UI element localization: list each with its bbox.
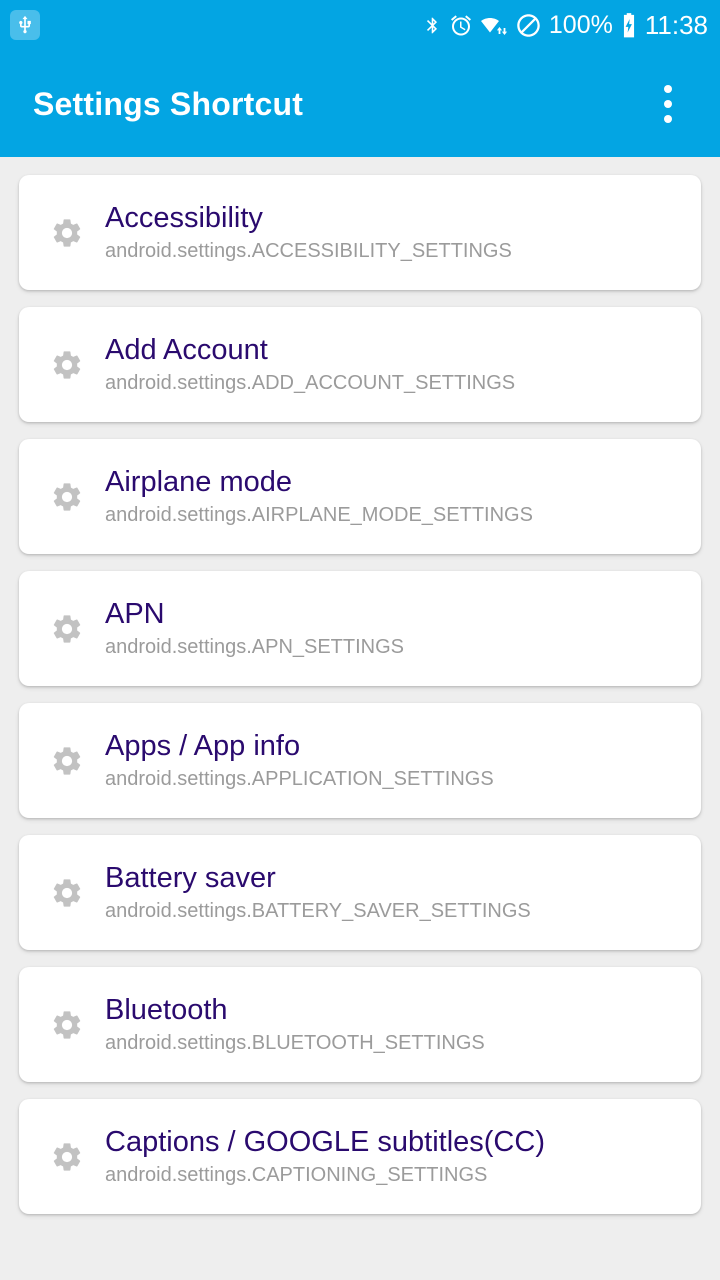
status-bar-right: 100% 11:38 (423, 12, 708, 39)
card-container: Accessibility android.settings.ACCESSIBIL… (0, 175, 720, 1214)
list-item-text: Add Account android.settings.ADD_ACCOUNT_… (105, 334, 515, 395)
overflow-dot (664, 114, 672, 123)
list-item-action: android.settings.APPLICATION_SETTINGS (105, 767, 494, 790)
list-item-text: Accessibility android.settings.ACCESSIBIL… (105, 202, 512, 263)
gear-icon (47, 1005, 87, 1045)
list-item-title: Add Account (105, 334, 268, 367)
status-bar-left (10, 10, 40, 40)
list-item-action: android.settings.APN_SETTINGS (105, 635, 405, 658)
gear-icon (47, 345, 87, 385)
list-item-action: android.settings.BATTERY_SAVER_SETTINGS (105, 899, 531, 922)
usb-icon (10, 10, 40, 40)
list-item-title: Airplane mode (105, 466, 292, 499)
gear-icon (47, 1137, 87, 1177)
gear-icon (47, 873, 87, 913)
alarm-clock-icon (449, 13, 473, 38)
list-item-text: Apps / App info android.settings.APPLICAT… (105, 730, 494, 791)
list-item-text: Airplane mode android.settings.AIRPLANE_M… (105, 466, 533, 527)
list-item[interactable]: Accessibility android.settings.ACCESSIBIL… (19, 175, 701, 290)
list-item-action: android.settings.CAPTIONING_SETTINGS (105, 1163, 488, 1186)
list-item[interactable]: Add Account android.settings.ADD_ACCOUNT_… (19, 307, 701, 422)
do-not-disturb-icon (515, 12, 542, 39)
gear-icon (47, 741, 87, 781)
list-item-action: android.settings.ADD_ACCOUNT_SETTINGS (105, 371, 516, 394)
app-screen: 100% 11:38 Settings Shortcut Accessibili… (0, 0, 720, 1280)
app-bar: Settings Shortcut (0, 50, 720, 157)
list-item-title: Bluetooth (105, 994, 228, 1027)
list-item[interactable]: Apps / App info android.settings.APPLICAT… (19, 703, 701, 818)
settings-shortcut-list[interactable]: Accessibility android.settings.ACCESSIBIL… (0, 157, 720, 1280)
list-item-text: Captions / GOOGLE subtitles(CC) android.s… (105, 1126, 545, 1187)
list-item[interactable]: Bluetooth android.settings.BLUETOOTH_SETT… (19, 967, 701, 1082)
list-item-title: Battery saver (105, 862, 276, 895)
list-item-text: APN android.settings.APN_SETTINGS (105, 598, 404, 659)
gear-icon (47, 213, 87, 253)
battery-percent-label: 100% (548, 10, 613, 39)
list-item[interactable]: Battery saver android.settings.BATTERY_SA… (19, 835, 701, 950)
list-item[interactable]: Captions / GOOGLE subtitles(CC) android.s… (19, 1099, 701, 1214)
list-item[interactable]: APN android.settings.APN_SETTINGS (19, 571, 701, 686)
overflow-dot (664, 99, 672, 108)
list-item-title: Captions / GOOGLE subtitles(CC) (105, 1126, 545, 1159)
page-title: Settings Shortcut (33, 85, 304, 122)
list-item[interactable]: Airplane mode android.settings.AIRPLANE_M… (19, 439, 701, 554)
list-item-action: android.settings.AIRPLANE_MODE_SETTINGS (105, 503, 533, 526)
gear-icon (47, 477, 87, 517)
gear-icon (47, 609, 87, 649)
overflow-dot (664, 84, 672, 93)
list-item-action: android.settings.ACCESSIBILITY_SETTINGS (105, 239, 512, 262)
list-item-action: android.settings.BLUETOOTH_SETTINGS (105, 1031, 485, 1054)
overflow-menu-button[interactable] (644, 74, 692, 134)
list-item-title: APN (105, 598, 165, 631)
wifi-icon (480, 13, 508, 38)
clock-label: 11:38 (644, 10, 708, 40)
list-item-title: Apps / App info (105, 730, 301, 763)
status-bar: 100% 11:38 (0, 0, 720, 50)
list-item-text: Battery saver android.settings.BATTERY_SA… (105, 862, 531, 923)
battery-charging-icon (620, 12, 638, 39)
list-item-text: Bluetooth android.settings.BLUETOOTH_SETT… (105, 994, 485, 1055)
list-item-title: Accessibility (105, 202, 263, 235)
bluetooth-icon (423, 12, 442, 39)
